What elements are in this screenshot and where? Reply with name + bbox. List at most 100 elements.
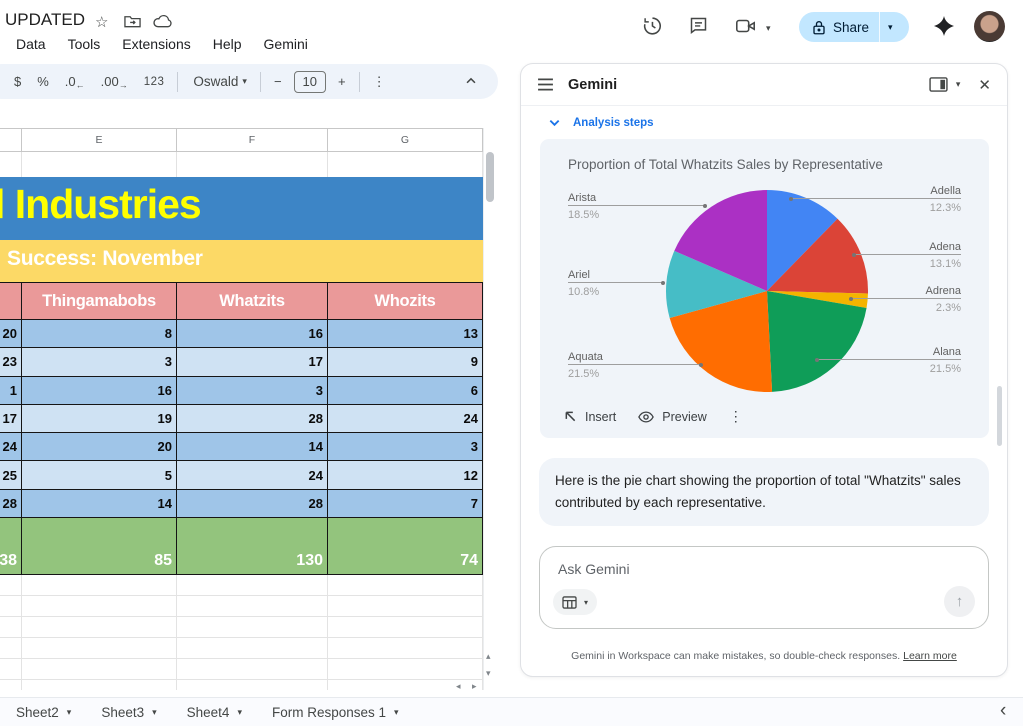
tab-caret-icon[interactable]: ▾ bbox=[67, 707, 72, 718]
analysis-steps-toggle[interactable]: Analysis steps bbox=[548, 116, 1007, 129]
font-name-select[interactable]: Oswald bbox=[183, 74, 242, 89]
cell[interactable]: 3 bbox=[328, 433, 483, 461]
close-panel-button[interactable]: ✕ bbox=[978, 76, 991, 94]
header-cell-thingamabobs[interactable]: Thingamabobs bbox=[22, 283, 177, 319]
tab-caret-icon[interactable]: ▾ bbox=[237, 707, 242, 718]
scroll-right-icon[interactable]: ▸ bbox=[472, 681, 477, 692]
cell[interactable]: 14 bbox=[22, 490, 177, 518]
cell[interactable]: 24 bbox=[177, 461, 328, 489]
cell[interactable]: 3 bbox=[177, 377, 328, 405]
header-cell-whozits[interactable]: Whozits bbox=[328, 283, 483, 319]
tab-caret-icon[interactable]: ▾ bbox=[152, 707, 157, 718]
meet-video-icon[interactable] bbox=[734, 15, 758, 39]
menu-help[interactable]: Help bbox=[202, 33, 253, 55]
star-icon[interactable]: ☆ bbox=[95, 13, 108, 31]
column-header-E[interactable]: E bbox=[22, 129, 177, 151]
column-header-F[interactable]: F bbox=[177, 129, 328, 151]
font-size-input[interactable]: 10 bbox=[294, 71, 326, 93]
cell[interactable]: 7 bbox=[328, 490, 483, 518]
cell[interactable]: 25 bbox=[0, 461, 22, 489]
document-title[interactable]: UPDATED bbox=[5, 10, 85, 30]
cell[interactable]: 28 bbox=[177, 490, 328, 518]
total-cell[interactable]: 130 bbox=[177, 518, 328, 575]
sheet-vertical-scrollbar[interactable] bbox=[483, 128, 497, 690]
move-folder-icon[interactable] bbox=[124, 14, 141, 28]
cell[interactable]: 19 bbox=[22, 405, 177, 433]
pie-chart[interactable] bbox=[540, 139, 989, 438]
comments-icon[interactable] bbox=[688, 15, 712, 39]
cell[interactable]: 6 bbox=[328, 377, 483, 405]
collapse-toolbar-button[interactable] bbox=[464, 74, 478, 88]
cell[interactable]: 20 bbox=[22, 433, 177, 461]
panel-scrollbar-thumb[interactable] bbox=[997, 386, 1002, 446]
chart-more-options-button[interactable]: ⋮ bbox=[729, 408, 743, 425]
send-button[interactable]: ↑ bbox=[944, 586, 975, 617]
preview-chart-button[interactable]: Preview bbox=[638, 410, 706, 424]
total-cell[interactable]: 85 bbox=[22, 518, 177, 575]
scroll-left-icon[interactable]: ◂ bbox=[456, 681, 461, 692]
cell[interactable]: 9 bbox=[328, 348, 483, 376]
format-percent-button[interactable]: % bbox=[29, 74, 57, 89]
empty-row[interactable] bbox=[0, 152, 483, 177]
cell[interactable]: 5 bbox=[22, 461, 177, 489]
increase-font-size-button[interactable]: + bbox=[330, 74, 354, 89]
header-cell-partial[interactable] bbox=[0, 283, 22, 319]
menu-gemini[interactable]: Gemini bbox=[253, 33, 319, 55]
scroll-up-icon[interactable]: ▴ bbox=[486, 651, 491, 662]
more-formats-button[interactable]: 123 bbox=[136, 76, 173, 88]
increase-decimal-button[interactable]: .00→ bbox=[93, 74, 136, 90]
learn-more-link[interactable]: Learn more bbox=[903, 650, 957, 662]
column-header-partial[interactable] bbox=[0, 129, 22, 151]
cell[interactable]: 23 bbox=[0, 348, 22, 376]
pie-slice-alana[interactable] bbox=[767, 291, 867, 392]
cell[interactable]: 24 bbox=[0, 433, 22, 461]
cell[interactable]: 14 bbox=[177, 433, 328, 461]
share-button[interactable]: Share ▾ bbox=[799, 12, 909, 42]
tab-sheet2[interactable]: Sheet2 ▾ bbox=[16, 705, 71, 720]
menu-data[interactable]: Data bbox=[5, 33, 57, 55]
sheet-vertical-scrollbar-thumb[interactable] bbox=[486, 152, 494, 202]
cell[interactable]: 28 bbox=[177, 405, 328, 433]
decrease-decimal-button[interactable]: .0← bbox=[57, 74, 93, 90]
version-history-icon[interactable] bbox=[641, 15, 665, 39]
cell[interactable]: 1 bbox=[0, 377, 22, 405]
column-header-G[interactable]: G bbox=[328, 129, 483, 151]
toolbar-more-button[interactable]: ⋮ bbox=[365, 74, 394, 90]
tab-sheet4[interactable]: Sheet4 ▾ bbox=[187, 705, 242, 720]
panel-position-icon[interactable] bbox=[929, 77, 948, 92]
scroll-down-icon[interactable]: ▾ bbox=[486, 668, 491, 679]
header-cell-whatzits[interactable]: Whatzits bbox=[177, 283, 328, 319]
cell[interactable]: 3 bbox=[22, 348, 177, 376]
decrease-font-size-button[interactable]: − bbox=[266, 74, 290, 89]
panel-position-caret-icon[interactable]: ▾ bbox=[956, 79, 961, 90]
account-avatar[interactable] bbox=[974, 11, 1005, 42]
format-currency-button[interactable]: $ bbox=[6, 74, 29, 89]
cell[interactable]: 24 bbox=[328, 405, 483, 433]
meet-dropdown-caret-icon[interactable]: ▾ bbox=[766, 23, 790, 47]
tab-sheet3[interactable]: Sheet3 ▾ bbox=[101, 705, 156, 720]
tab-caret-icon[interactable]: ▾ bbox=[394, 707, 399, 718]
empty-grid-area[interactable] bbox=[0, 575, 483, 690]
subtitle-banner-cell[interactable]: Success: November bbox=[0, 240, 483, 282]
cell[interactable]: 17 bbox=[0, 405, 22, 433]
total-cell[interactable]: 38 bbox=[0, 518, 22, 575]
cell[interactable]: 20 bbox=[0, 320, 22, 348]
menu-hamburger-icon[interactable] bbox=[537, 78, 554, 91]
collapse-panel-chevron-icon[interactable]: ‹ bbox=[1000, 700, 1006, 722]
insert-chart-button[interactable]: Insert bbox=[564, 410, 616, 424]
share-dropdown-caret-icon[interactable]: ▾ bbox=[888, 22, 893, 33]
cell[interactable]: 13 bbox=[328, 320, 483, 348]
menu-tools[interactable]: Tools bbox=[57, 33, 112, 55]
gemini-sparkle-icon[interactable] bbox=[932, 14, 956, 38]
cell[interactable]: 16 bbox=[22, 377, 177, 405]
title-banner-cell[interactable]: l Industries bbox=[0, 177, 483, 240]
cell[interactable]: 16 bbox=[177, 320, 328, 348]
cell[interactable]: 8 bbox=[22, 320, 177, 348]
total-cell[interactable]: 74 bbox=[328, 518, 483, 575]
ask-gemini-input[interactable]: Ask Gemini ▾ ↑ bbox=[539, 546, 989, 629]
menu-extensions[interactable]: Extensions bbox=[111, 33, 201, 55]
cell[interactable]: 28 bbox=[0, 490, 22, 518]
data-source-chip[interactable]: ▾ bbox=[553, 589, 597, 615]
cell[interactable]: 17 bbox=[177, 348, 328, 376]
cell[interactable]: 12 bbox=[328, 461, 483, 489]
